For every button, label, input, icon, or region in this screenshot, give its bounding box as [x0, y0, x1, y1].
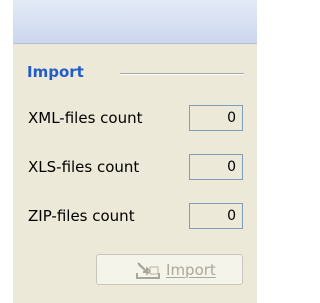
zip-files-count-label: ZIP-files count	[28, 207, 135, 225]
import-button[interactable]: Import	[96, 254, 243, 285]
xml-files-count-label: XML-files count	[28, 109, 143, 127]
xml-files-count-field: 0	[189, 105, 243, 131]
import-arrow-icon	[136, 261, 160, 279]
section-divider	[120, 73, 244, 75]
section-title: Import	[27, 63, 84, 81]
panel-header	[13, 0, 257, 43]
import-button-label: Import	[166, 261, 216, 279]
import-panel: Import XML-files count 0 XLS-files count…	[13, 0, 257, 303]
zip-files-count-field: 0	[189, 203, 243, 229]
xls-files-count-label: XLS-files count	[28, 158, 140, 176]
xls-files-count-field: 0	[189, 154, 243, 180]
panel-header-divider	[13, 43, 257, 44]
